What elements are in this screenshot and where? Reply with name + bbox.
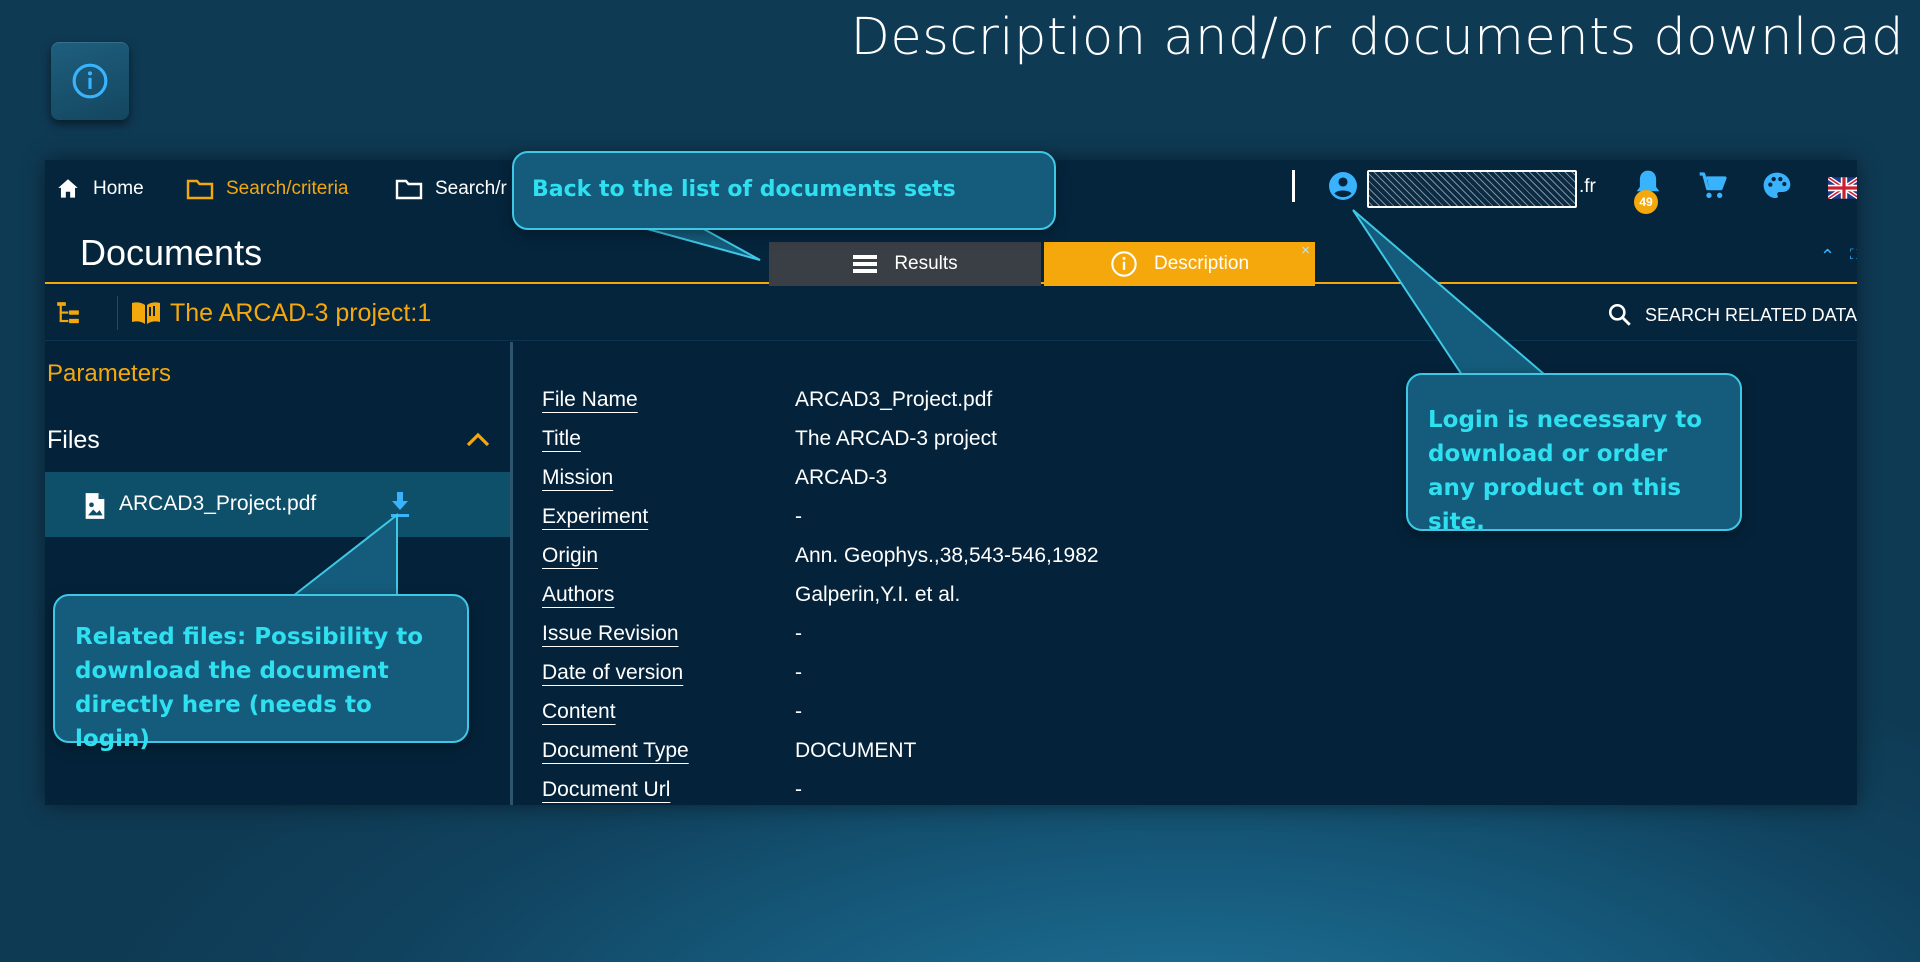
search-icon — [1608, 303, 1631, 326]
document-toolbar: The ARCAD-3 project:1 SEARCH RELATED DAT… — [45, 286, 1857, 341]
file-list-item[interactable]: ARCAD3_Project.pdf — [45, 472, 511, 537]
detail-row: Document Type DOCUMENT — [542, 733, 1542, 772]
detail-value: ARCAD-3 — [795, 466, 888, 489]
detail-row: Origin Ann. Geophys.,38,543-546,1982 — [542, 538, 1542, 577]
detail-row: Authors Galperin,Y.I. et al. — [542, 577, 1542, 616]
chevron-up-icon[interactable]: ⌃ — [1820, 246, 1835, 267]
parameters-link[interactable]: Parameters — [47, 360, 171, 388]
detail-value: - — [795, 622, 802, 645]
tab-results-label: Results — [894, 253, 958, 274]
info-icon — [72, 63, 108, 99]
list-icon — [853, 255, 878, 273]
detail-row: Date of version - — [542, 655, 1542, 694]
detail-value: The ARCAD-3 project — [795, 427, 997, 450]
folder-icon — [395, 179, 423, 200]
info-tile — [51, 42, 129, 120]
panel-divider — [510, 342, 513, 805]
detail-label[interactable]: Experiment — [542, 505, 648, 529]
project-label: The ARCAD-3 project:1 — [170, 299, 432, 327]
search-related-data-button[interactable]: SEARCH RELATED DATA — [1607, 302, 1857, 328]
detail-value: - — [795, 778, 802, 801]
detail-value: - — [795, 700, 802, 723]
download-icon[interactable] — [388, 490, 412, 520]
detail-row: Document Url - — [542, 772, 1542, 805]
nav-home-label: Home — [93, 178, 144, 199]
detail-label[interactable]: Document Type — [542, 739, 689, 763]
file-name: ARCAD3_Project.pdf — [119, 492, 317, 515]
detail-row: Experiment - — [542, 499, 1542, 538]
callout-related-files: Related files: Possibility to download t… — [53, 594, 469, 752]
nav-home[interactable]: Home — [55, 160, 144, 218]
detail-label[interactable]: File Name — [542, 388, 638, 412]
notification-badge: 49 — [1634, 190, 1658, 214]
chevron-up-icon[interactable] — [465, 430, 491, 448]
detail-row: File Name ARCAD3_Project.pdf — [542, 382, 1542, 421]
detail-value: Ann. Geophys.,38,543-546,1982 — [795, 544, 1099, 567]
info-icon — [1111, 251, 1137, 277]
tab-description[interactable]: Description × — [1044, 242, 1315, 286]
cart-icon[interactable] — [1697, 170, 1729, 202]
home-icon — [58, 179, 78, 198]
account-circle-icon[interactable] — [1327, 170, 1359, 202]
slide-title: Description and/or documents download — [850, 8, 1904, 67]
detail-label[interactable]: Date of version — [542, 661, 683, 685]
palette-icon[interactable] — [1761, 170, 1793, 202]
tree-icon[interactable] — [55, 300, 81, 326]
detail-row: Mission ARCAD-3 — [542, 460, 1542, 499]
page-title: Documents — [80, 232, 263, 273]
document-details: File Name ARCAD3_Project.pdf Title The ARC… — [542, 382, 1542, 805]
detail-row: Content - — [542, 694, 1542, 733]
toolbar-separator — [117, 296, 118, 330]
detail-row: Issue Revision - — [542, 616, 1542, 655]
user-email-suffix: .fr — [1579, 176, 1596, 197]
search-related-data-label: SEARCH RELATED DATA — [1644, 304, 1857, 325]
nav-search-criteria-label: Search/criteria — [226, 178, 349, 199]
user-email-field[interactable] — [1367, 170, 1577, 208]
folder-icon — [186, 179, 214, 200]
nav-search-results[interactable]: Search/r — [395, 160, 507, 218]
nav-divider — [1292, 170, 1295, 202]
uk-flag-icon[interactable] — [1828, 177, 1857, 199]
tab-results[interactable]: Results — [769, 242, 1041, 286]
detail-label[interactable]: Title — [542, 427, 581, 451]
close-tab-icon[interactable]: × — [1301, 242, 1310, 259]
tab-description-label: Description — [1153, 253, 1250, 274]
detail-label[interactable]: Document Url — [542, 778, 670, 802]
files-section-title: Files — [47, 426, 100, 454]
image-file-icon — [85, 493, 105, 519]
nav-search-results-label: Search/r — [435, 178, 507, 199]
detail-label[interactable]: Mission — [542, 466, 613, 490]
detail-value: Galperin,Y.I. et al. — [795, 583, 961, 606]
detail-label[interactable]: Authors — [542, 583, 614, 607]
detail-value: DOCUMENT — [795, 739, 917, 762]
detail-label[interactable]: Origin — [542, 544, 598, 568]
book-open-icon — [132, 302, 160, 324]
detail-value: - — [795, 661, 802, 684]
detail-value: - — [795, 505, 802, 528]
detail-label[interactable]: Issue Revision — [542, 622, 679, 646]
detail-row: Title The ARCAD-3 project — [542, 421, 1542, 460]
callout-back-to-list: Back to the list of documents sets — [512, 151, 1056, 230]
detail-label[interactable]: Content — [542, 700, 616, 724]
callout-login-required: Login is necessary to download or order … — [1406, 373, 1742, 535]
nav-search-criteria[interactable]: Search/criteria — [186, 160, 349, 218]
fullscreen-icon[interactable]: ⛶ — [1850, 246, 1857, 263]
detail-value: ARCAD3_Project.pdf — [795, 388, 993, 411]
